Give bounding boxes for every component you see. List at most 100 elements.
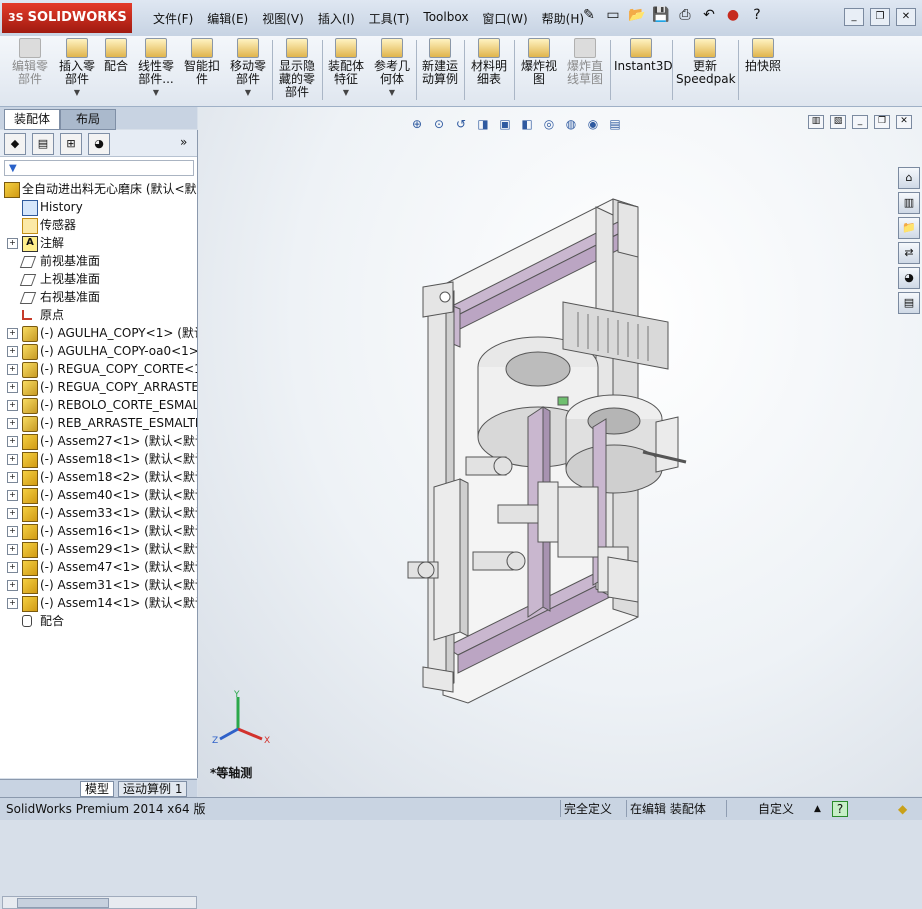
expand-toggle-icon[interactable]: + xyxy=(7,382,18,393)
mate-button[interactable]: 配合 xyxy=(102,38,130,73)
menu-toolbox[interactable]: Toolbox xyxy=(416,10,475,27)
tree-item-asm[interactable]: + (-) Assem33<1> (默认<默认_5 xyxy=(0,504,197,522)
update-speedpak-button[interactable]: 更新 Speedpak xyxy=(676,38,736,86)
tree-item-plane[interactable]: 前视基准面 xyxy=(0,252,197,270)
reference-geometry-button[interactable]: 参考几 何体 ▼ xyxy=(372,38,412,99)
tab-motion-study[interactable]: 运动算例 1 xyxy=(118,781,188,797)
scroll-thumb[interactable] xyxy=(17,898,109,908)
tree-item-mate[interactable]: 配合 xyxy=(0,612,197,630)
file-explorer-icon[interactable]: 📁 xyxy=(898,217,920,239)
instant3d-button[interactable]: Instant3D xyxy=(614,38,673,73)
bom-button[interactable]: 材料明 细表 xyxy=(468,38,510,86)
expand-panel-icon[interactable]: » xyxy=(180,135,187,149)
solidworks-logo[interactable]: 3S SOLIDWORKS xyxy=(2,3,132,33)
chevron-down-icon[interactable]: ▼ xyxy=(326,86,366,99)
new-motion-study-button[interactable]: 新建运 动算例 xyxy=(420,38,460,86)
graphics-area[interactable]: ⊕ ⊙ ↺ ◨ ▣ ◧ ◎ ◍ ◉ ▤ ▥ ▧ _ ❐ ✕ Y X Z *等轴测… xyxy=(198,107,922,796)
tab-layout[interactable]: 布局 xyxy=(60,109,116,130)
expand-toggle-icon[interactable]: + xyxy=(7,580,18,591)
expand-toggle-icon[interactable]: + xyxy=(7,490,18,501)
tree-item-plane[interactable]: 右视基准面 xyxy=(0,288,197,306)
tree-item-asm[interactable]: + (-) Assem29<1> (默认<默认_5 xyxy=(0,540,197,558)
rebuild-traffic-light-icon[interactable]: ● xyxy=(724,7,742,23)
expand-toggle-icon[interactable]: + xyxy=(7,562,18,573)
save-icon[interactable]: 💾 xyxy=(652,7,670,23)
tab-model[interactable]: 模型 xyxy=(80,781,115,797)
expand-toggle-icon[interactable]: + xyxy=(7,418,18,429)
open-folder-icon[interactable]: 📂 xyxy=(628,7,646,23)
help-status-icon[interactable]: ? xyxy=(832,801,848,817)
smart-fasteners-button[interactable]: 智能扣 件 xyxy=(182,38,222,86)
minimize-icon[interactable]: _ xyxy=(844,8,864,26)
expand-toggle-icon[interactable]: + xyxy=(7,544,18,555)
expand-toggle-icon[interactable]: + xyxy=(7,454,18,465)
linear-pattern-button[interactable]: 线性零 部件... ▼ xyxy=(136,38,176,99)
horizontal-scrollbar[interactable] xyxy=(2,896,197,909)
home-icon[interactable]: ⌂ xyxy=(898,167,920,189)
tree-item-part[interactable]: + (-) REBOLO_CORTE_ESMALTEC xyxy=(0,396,197,414)
tree-item-asm[interactable]: + (-) Assem16<1> (默认<默认_5 xyxy=(0,522,197,540)
expand-toggle-icon[interactable]: + xyxy=(7,328,18,339)
expand-toggle-icon[interactable]: + xyxy=(7,508,18,519)
tree-item-part[interactable]: + (-) REGUA_COPY_CORTE<1> (默 xyxy=(0,360,197,378)
pin-icon[interactable]: ✎ xyxy=(580,7,598,23)
tree-item-hist[interactable]: History xyxy=(0,198,197,216)
menu-file[interactable]: 文件(F) xyxy=(146,10,200,27)
chevron-down-icon[interactable]: ▼ xyxy=(56,86,98,99)
expand-toggle-icon[interactable]: + xyxy=(7,598,18,609)
tree-item-part[interactable]: + (-) AGULHA_COPY<1> (默认<< xyxy=(0,324,197,342)
help-icon[interactable]: ? xyxy=(748,7,766,23)
tree-item-asm[interactable]: + (-) Assem18<1> (默认<默认_5 xyxy=(0,450,197,468)
view-palette-icon[interactable]: ⇄ xyxy=(898,242,920,264)
expand-toggle-icon[interactable]: + xyxy=(7,364,18,375)
tree-item-part[interactable]: + (-) REB_ARRASTE_ESMALTEC< xyxy=(0,414,197,432)
tree-item-part[interactable]: + (-) AGULHA_COPY-oa0<1> (默 xyxy=(0,342,197,360)
tree-item-asm[interactable]: + (-) Assem47<1> (默认<默认_5 xyxy=(0,558,197,576)
display-manager-icon[interactable]: ◕ xyxy=(88,133,110,155)
expand-toggle-icon[interactable]: + xyxy=(7,346,18,357)
tree-item-plane[interactable]: 上视基准面 xyxy=(0,270,197,288)
expand-toggle-icon[interactable]: + xyxy=(7,400,18,411)
menu-view[interactable]: 视图(V) xyxy=(255,10,311,27)
print-icon[interactable]: ⎙ xyxy=(676,7,694,23)
insert-component-button[interactable]: 插入零 部件 ▼ xyxy=(56,38,98,99)
undo-icon[interactable]: ↶ xyxy=(700,7,718,23)
tree-item-origin[interactable]: 原点 xyxy=(0,306,197,324)
appearances-icon[interactable]: ◕ xyxy=(898,267,920,289)
units-selector[interactable]: 自定义 xyxy=(758,801,794,817)
close-icon[interactable]: ✕ xyxy=(896,8,916,26)
show-hidden-components-button[interactable]: 显示隐 藏的零 部件 xyxy=(276,38,318,99)
property-manager-icon[interactable]: ▤ xyxy=(32,133,54,155)
menu-edit[interactable]: 编辑(E) xyxy=(200,10,255,27)
tree-item-asm[interactable]: + (-) Assem14<1> (默认<默认_5 xyxy=(0,594,197,612)
chevron-down-icon[interactable]: ▼ xyxy=(372,86,412,99)
tree-item-asm[interactable]: + (-) Assem31<1> (默认<默认_5 xyxy=(0,576,197,594)
units-dropdown-icon[interactable]: ▲ xyxy=(814,801,821,817)
tab-assembly[interactable]: 装配体 xyxy=(4,109,60,130)
assembly-features-button[interactable]: 装配体 特征 ▼ xyxy=(326,38,366,99)
edit-component-button[interactable]: 编辑零 部件 xyxy=(8,38,52,86)
chevron-down-icon[interactable]: ▼ xyxy=(228,86,268,99)
menu-window[interactable]: 窗口(W) xyxy=(475,10,534,27)
chevron-down-icon[interactable]: ▼ xyxy=(136,86,176,99)
move-component-button[interactable]: 移动零 部件 ▼ xyxy=(228,38,268,99)
custom-properties-icon[interactable]: ▤ xyxy=(898,292,920,314)
rebuild-icon[interactable]: ◆ xyxy=(898,801,907,817)
expand-toggle-icon[interactable]: + xyxy=(7,238,18,249)
explode-line-sketch-button[interactable]: 爆炸直 线草图 xyxy=(564,38,606,86)
menu-tools[interactable]: 工具(T) xyxy=(362,10,417,27)
tree-item-asm[interactable]: + (-) Assem18<2> (默认<默认_5 xyxy=(0,468,197,486)
menu-insert[interactable]: 插入(I) xyxy=(311,10,362,27)
new-document-icon[interactable]: ▭ xyxy=(604,7,622,23)
tree-item-sensor[interactable]: 传感器 xyxy=(0,216,197,234)
tree-item-asm[interactable]: + (-) Assem40<1> (默认<默认_5 xyxy=(0,486,197,504)
tree-item-part[interactable]: + (-) REGUA_COPY_ARRASTE<1> xyxy=(0,378,197,396)
assembly-model[interactable] xyxy=(198,107,922,796)
design-library-icon[interactable]: ▥ xyxy=(898,192,920,214)
restore-icon[interactable]: ❐ xyxy=(870,8,890,26)
tree-item-asm[interactable]: + (-) Assem27<1> (默认<默认_5 xyxy=(0,432,197,450)
snapshot-button[interactable]: 拍快照 xyxy=(742,38,784,73)
tree-item-root[interactable]: 全自动进出料无心磨床 (默认<默 xyxy=(0,180,197,198)
configuration-manager-icon[interactable]: ⊞ xyxy=(60,133,82,155)
expand-toggle-icon[interactable]: + xyxy=(7,472,18,483)
